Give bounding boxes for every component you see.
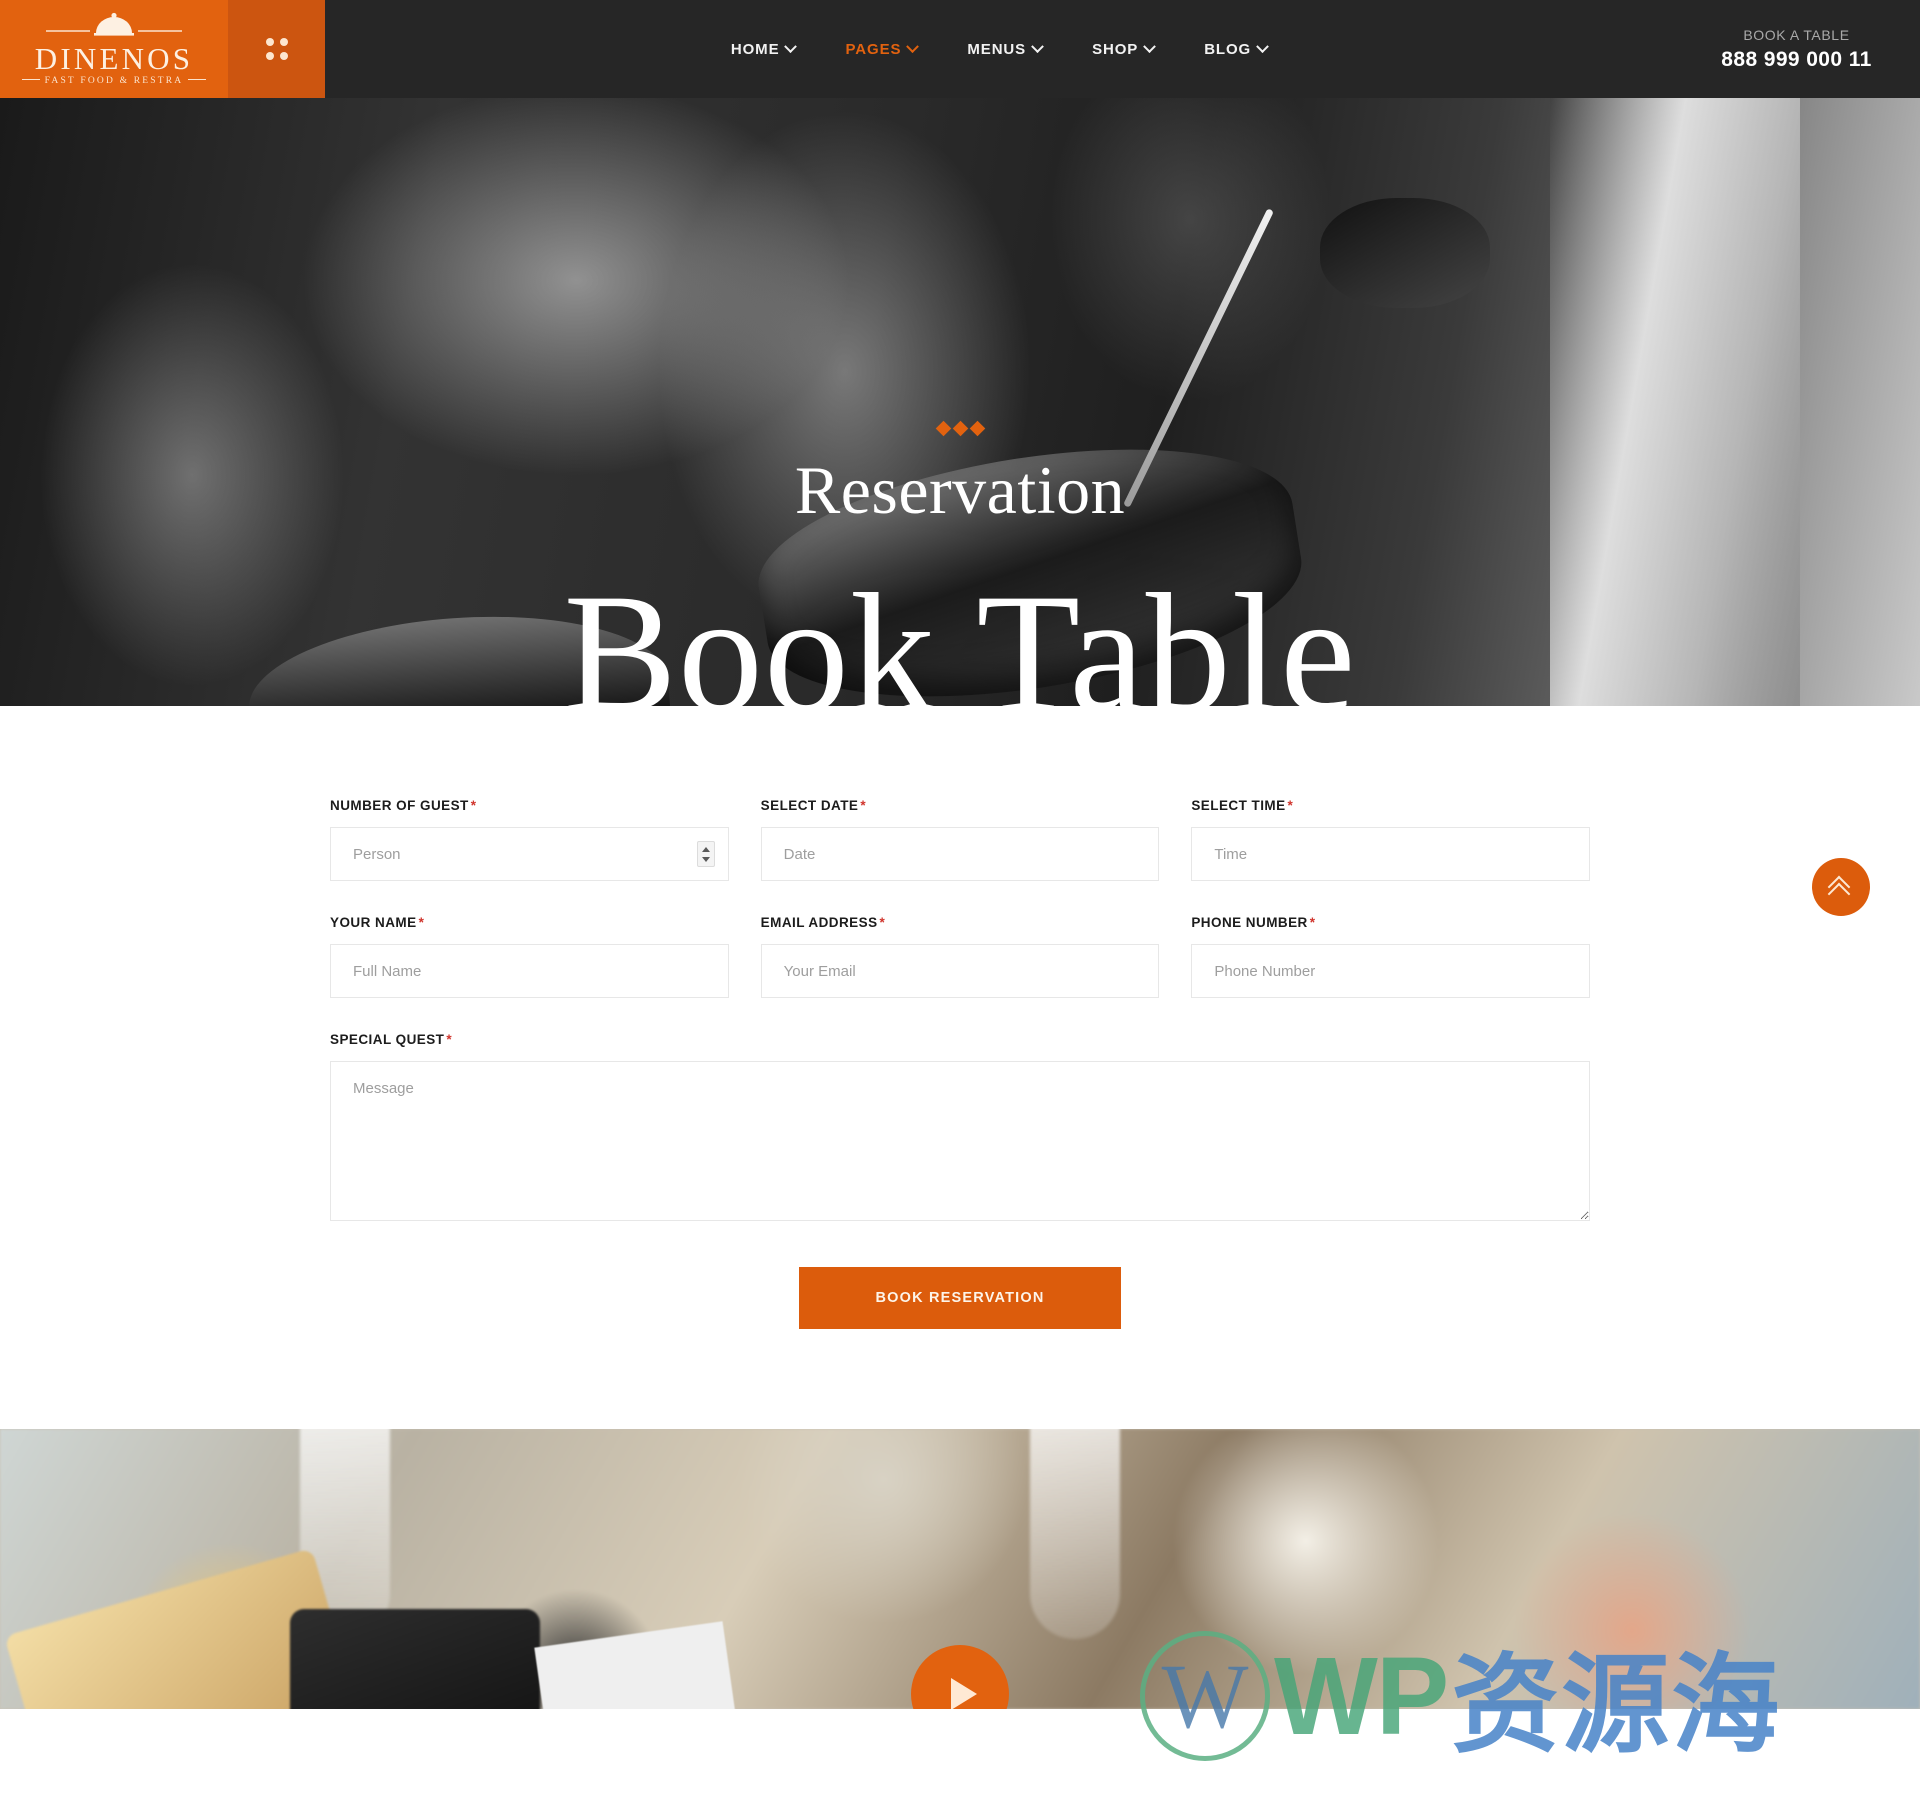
chevron-down-icon [906,39,920,53]
label-email-address: EMAIL ADDRESS * [760,915,886,930]
hero-content: Reservation Book Table [0,98,1920,706]
main-navigation: HOME PAGES MENUS SHOP BLOG [325,0,1673,98]
guest-count-input[interactable] [330,827,729,881]
nav-item-menus[interactable]: MENUS [967,39,1044,58]
page-root: DINENOS FAST FOOD & RESTRA HOME PAGES ME… [0,0,1920,1800]
date-input[interactable] [760,827,1160,881]
required-marker: * [860,798,867,813]
field-phone-number: PHONE NUMBER * [1191,915,1591,998]
label-special-quest: SPECIAL QUEST * [330,1032,453,1047]
nav-item-blog[interactable]: BLOG [1204,39,1269,58]
scroll-to-top-button[interactable] [1812,858,1870,916]
label-number-of-guest: NUMBER OF GUEST * [330,798,477,813]
number-stepper[interactable] [696,841,715,867]
logo-name: DINENOS [34,41,194,77]
time-input[interactable] [1191,827,1591,881]
required-marker: * [418,915,425,930]
submit-row: BOOK RESERVATION [330,1267,1590,1329]
nav-item-shop[interactable]: SHOP [1092,39,1157,58]
required-marker: * [446,1032,453,1047]
nav-item-home[interactable]: HOME [730,39,798,58]
label-select-date: SELECT DATE * [760,798,867,813]
hero-subtitle: Reservation [794,452,1126,528]
field-your-name: YOUR NAME * [330,915,729,998]
grid-dots-icon [265,38,288,60]
chevron-down-icon [1256,39,1269,53]
required-marker: * [470,798,477,813]
name-input[interactable] [330,944,729,998]
logo-tagline: FAST FOOD & RESTRA [17,77,212,87]
phone-input[interactable] [1191,944,1591,998]
grid-menu-toggle[interactable] [228,0,325,98]
cta-phone: 888 999 000 11 [1721,47,1872,71]
field-special-quest: SPECIAL QUEST * [330,1032,1590,1221]
basket-decor [290,1609,540,1709]
wine-glass-decor [1030,1429,1120,1639]
required-marker: * [1287,798,1294,813]
double-chevron-up-icon [1827,875,1851,906]
required-marker: * [879,915,886,930]
nav-label: MENUS [967,40,1027,58]
field-select-time: SELECT TIME * [1191,798,1591,881]
label-phone-number: PHONE NUMBER * [1191,915,1316,930]
required-marker: * [1309,915,1316,930]
label-select-time: SELECT TIME * [1191,798,1294,813]
nav-label: BLOG [1204,40,1252,58]
chevron-down-icon [784,39,798,53]
chevron-down-icon [1143,39,1157,53]
play-triangle-icon [951,1678,977,1709]
email-input[interactable] [760,944,1160,998]
form-row-1: NUMBER OF GUEST* SELECT DATE* SELECT [330,798,1591,881]
label-your-name: YOUR NAME * [330,915,425,930]
form-row-2: YOUR NAME* EMAIL ADDRESS* PHONE NUMBER* [330,915,1591,998]
cta-label: BOOK A TABLE [1743,26,1850,43]
dome-cloche-icon [45,13,182,36]
header-cta-book-a-table[interactable]: BOOK A TABLE 888 999 000 11 [1673,0,1920,98]
nav-label: PAGES [845,40,902,58]
reservation-form-section: NUMBER OF GUEST* SELECT DATE* SELECT [0,706,1920,1429]
three-diamonds-icon [935,420,985,437]
logo[interactable]: DINENOS FAST FOOD & RESTRA [0,0,228,98]
field-email-address: EMAIL ADDRESS * [760,915,1160,998]
hero-banner: Reservation Book Table [0,98,1920,706]
book-reservation-button[interactable]: BOOK RESERVATION [799,1267,1121,1329]
chevron-down-icon [1031,39,1044,53]
video-banner-section [0,1429,1920,1709]
field-number-of-guest: NUMBER OF GUEST * [330,798,729,881]
nav-item-pages[interactable]: PAGES [845,39,920,58]
message-textarea[interactable] [330,1061,1590,1221]
site-header: DINENOS FAST FOOD & RESTRA HOME PAGES ME… [0,0,1920,98]
reservation-form: NUMBER OF GUEST* SELECT DATE* SELECT [330,798,1591,1329]
field-select-date: SELECT DATE * [760,798,1160,881]
page-title: Book Table [563,559,1357,706]
nav-label: SHOP [1092,40,1139,58]
nav-label: HOME [730,40,780,58]
